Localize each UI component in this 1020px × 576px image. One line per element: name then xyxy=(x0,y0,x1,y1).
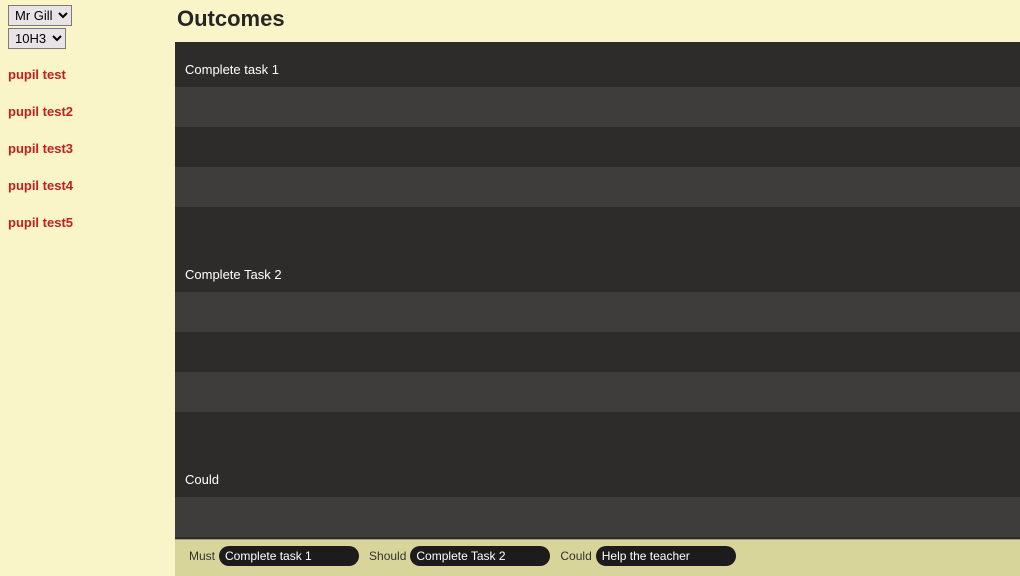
page-title: Outcomes xyxy=(175,0,1020,42)
could-input[interactable] xyxy=(596,546,736,566)
sidebar: Mr Gill 10H3 pupil test pupil test2 pupi… xyxy=(0,0,175,576)
bottom-bar: Must Should Could xyxy=(175,539,1020,576)
should-label: Should xyxy=(369,549,406,563)
sidebar-pupil[interactable]: pupil test3 xyxy=(8,141,167,156)
could-label: Could xyxy=(560,549,591,563)
class-select[interactable]: 10H3 xyxy=(8,28,66,49)
sidebar-pupil[interactable]: pupil test xyxy=(8,67,167,82)
must-input[interactable] xyxy=(219,546,359,566)
outcome-could-label: Could xyxy=(175,452,1020,497)
outcomes-board: Complete task 1 Complete Task 2 xyxy=(175,42,1020,539)
outcome-should-label: Complete Task 2 xyxy=(175,247,1020,292)
main-panel: Outcomes Complete task 1 Complete Task 2 xyxy=(175,0,1020,576)
outcome-must-label: Complete task 1 xyxy=(175,42,1020,87)
sidebar-pupil[interactable]: pupil test2 xyxy=(8,104,167,119)
sidebar-pupil[interactable]: pupil test4 xyxy=(8,178,167,193)
should-input[interactable] xyxy=(410,546,550,566)
sidebar-pupil[interactable]: pupil test5 xyxy=(8,215,167,230)
must-label: Must xyxy=(189,549,215,563)
teacher-select[interactable]: Mr Gill xyxy=(8,5,72,26)
